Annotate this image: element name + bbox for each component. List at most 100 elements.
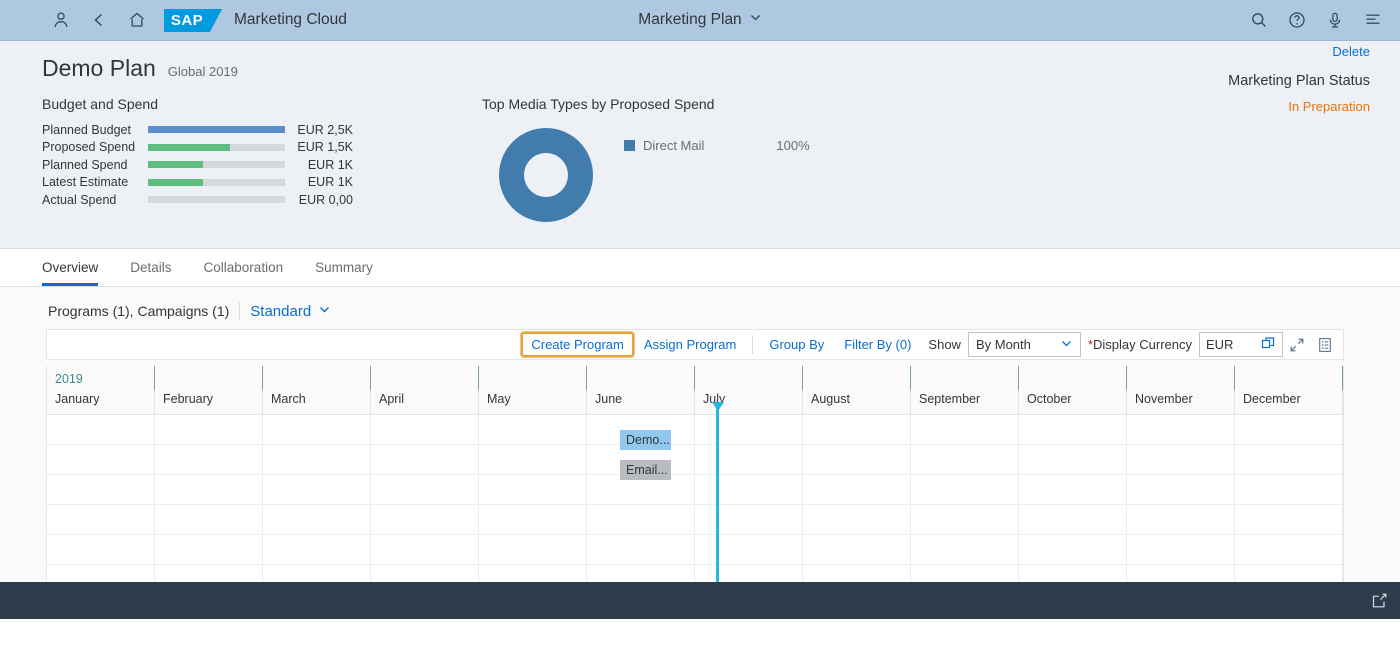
- status-badge: In Preparation: [1288, 99, 1370, 114]
- budget-row-bar-fill: [148, 126, 285, 134]
- budget-row-value: EUR 1K: [307, 175, 353, 190]
- title-row: Demo Plan Global 2019: [0, 41, 1400, 82]
- tab-collaboration[interactable]: Collaboration: [204, 260, 284, 286]
- show-label: Show: [928, 337, 961, 352]
- budget-rows: Planned Budget EUR 2,5K Proposed Spend EUR …: [42, 121, 472, 209]
- fullscreen-icon[interactable]: [1283, 332, 1311, 357]
- tab-summary[interactable]: Summary: [315, 260, 373, 286]
- variant-selector[interactable]: Standard: [250, 303, 331, 320]
- back-chevron-icon[interactable]: [80, 0, 118, 41]
- show-period-select[interactable]: By Month: [967, 332, 1081, 357]
- chevron-down-icon: [749, 11, 762, 29]
- tab-details[interactable]: Details: [130, 260, 171, 286]
- donut-chart: [496, 125, 596, 225]
- gantt-month-header: February: [155, 366, 263, 415]
- gantt-month-column: [695, 415, 803, 595]
- table-toolbar: Create Program Assign Program Group By F…: [46, 329, 1344, 360]
- gantt-month-label: June: [595, 392, 623, 406]
- gantt-month-label: September: [919, 392, 981, 406]
- gantt-month-column: [47, 415, 155, 595]
- chevron-down-icon: [1060, 337, 1073, 353]
- content-area: Programs (1), Campaigns (1) Standard Cre…: [0, 287, 1400, 619]
- today-marker-triangle: [711, 402, 724, 411]
- budget-row-label: Proposed Spend: [42, 140, 136, 155]
- gantt-month-column: [1019, 415, 1127, 595]
- divider: [239, 302, 241, 320]
- page-subtitle: Global 2019: [167, 64, 238, 79]
- search-icon[interactable]: [1240, 0, 1278, 41]
- filter-by-button[interactable]: Filter By (0): [834, 332, 921, 357]
- budget-row-label: Planned Spend: [42, 157, 128, 172]
- gantt-month-label: August: [811, 392, 850, 406]
- gantt-year-label: 2019: [55, 372, 83, 386]
- gantt-month-header: September: [911, 366, 1019, 415]
- budget-row: Planned Spend EUR 1K: [42, 156, 472, 174]
- user-icon[interactable]: [42, 0, 80, 41]
- gantt-month-header: August: [803, 366, 911, 415]
- budget-row: Planned Budget EUR 2,5K: [42, 121, 472, 139]
- gantt-bar-program[interactable]: Demo...: [620, 430, 671, 450]
- help-icon[interactable]: [1278, 0, 1316, 41]
- budget-row: Proposed Spend EUR 1,5K: [42, 139, 472, 157]
- page-header: Demo Plan Global 2019 Budget and Spend P…: [0, 41, 1400, 249]
- microphone-icon[interactable]: [1316, 0, 1354, 41]
- legend-color-swatch: [624, 140, 635, 151]
- assign-program-button[interactable]: Assign Program: [634, 332, 746, 357]
- show-period-value: By Month: [975, 337, 1031, 352]
- today-marker: [711, 402, 724, 595]
- gantt-header: 2019 January February March April May June July…: [47, 366, 1343, 415]
- gantt-month-column: [1235, 415, 1343, 595]
- gantt-month-header: October: [1019, 366, 1127, 415]
- shell-header: SAP Marketing Cloud Marketing Plan: [0, 0, 1400, 41]
- gantt-month-label: April: [379, 392, 405, 406]
- display-currency-input[interactable]: EUR: [1199, 332, 1283, 357]
- gantt-month-label: February: [163, 392, 214, 406]
- value-help-icon[interactable]: [1261, 336, 1276, 354]
- gantt-bar-campaign[interactable]: Email...: [620, 460, 671, 480]
- home-icon[interactable]: [118, 0, 156, 41]
- tab-overview[interactable]: Overview: [42, 260, 99, 286]
- gantt-body: Demo... Email...: [47, 402, 1343, 595]
- table-count-label: Programs (1), Campaigns (1): [48, 303, 230, 319]
- create-program-button[interactable]: Create Program: [521, 332, 634, 357]
- tab-bar: Overview Details Collaboration Summary: [0, 249, 1400, 287]
- shell-title-button[interactable]: Marketing Plan: [638, 11, 761, 29]
- chevron-down-icon: [318, 303, 331, 320]
- budget-row: Actual Spend EUR 0,00: [42, 191, 472, 209]
- budget-row-label: Latest Estimate: [42, 175, 129, 190]
- group-by-button[interactable]: Group By: [759, 332, 834, 357]
- gantt-month-label: January: [55, 392, 100, 406]
- gantt-month-label: October: [1027, 392, 1072, 406]
- gantt-month-label: May: [487, 392, 511, 406]
- gantt-month-column: [911, 415, 1019, 595]
- gantt-chart: 2019 January February March April May June July…: [46, 366, 1344, 609]
- shell-header-left: SAP Marketing Cloud: [0, 0, 347, 41]
- budget-row-value: EUR 1,5K: [297, 140, 353, 155]
- budget-row-value: EUR 0,00: [298, 192, 353, 207]
- app-name: Marketing Cloud: [234, 11, 347, 28]
- gantt-month-header: March: [263, 366, 371, 415]
- gantt-month-column: [803, 415, 911, 595]
- table-settings-icon[interactable]: [1311, 332, 1339, 357]
- gantt-month-column: [1127, 415, 1235, 595]
- display-currency-value: EUR: [1206, 337, 1234, 352]
- gantt-month-header: 2019 January: [47, 366, 155, 415]
- variant-label: Standard: [250, 302, 312, 320]
- shell-header-right: [1240, 0, 1392, 41]
- status-label: Marketing Plan Status: [1228, 73, 1370, 89]
- budget-row-bar-track: [148, 161, 285, 169]
- menu-icon[interactable]: [1354, 0, 1392, 41]
- share-export-icon[interactable]: [1371, 592, 1388, 609]
- page-title: Demo Plan: [42, 55, 156, 81]
- gantt-month-column: [155, 415, 263, 595]
- header-content: Budget and Spend Planned Budget EUR 2,5K P…: [0, 44, 1400, 225]
- shell-title-text: Marketing Plan: [638, 11, 742, 28]
- delete-button[interactable]: Delete: [1228, 44, 1370, 59]
- chart-title: Top Media Types by Proposed Spend: [482, 96, 715, 112]
- gantt-month-label: November: [1135, 392, 1193, 406]
- gantt-month-header: June: [587, 366, 695, 415]
- budget-row-bar-fill: [148, 161, 203, 169]
- budget-row-bar-track: [148, 178, 285, 186]
- budget-row-bar-track: [148, 143, 285, 151]
- divider: [752, 335, 754, 354]
